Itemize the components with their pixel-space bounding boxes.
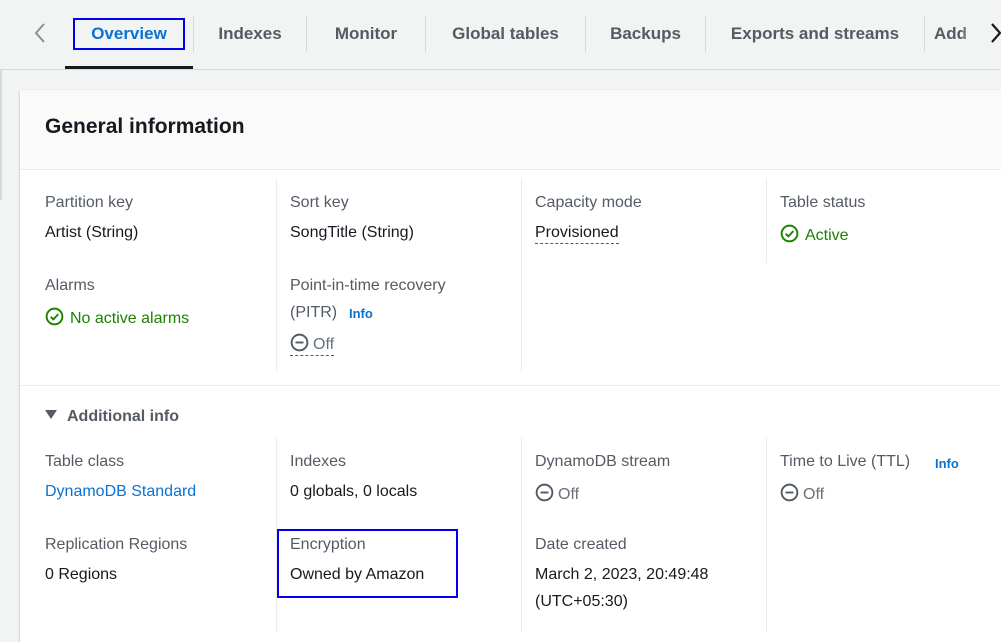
column-divider [766, 178, 767, 263]
pitr-label-abbr: (PITR) [290, 304, 338, 321]
additional-info-label: Additional info [67, 408, 179, 425]
active-tab-indicator [65, 66, 193, 69]
tab-overflow-fade [960, 10, 982, 58]
status-check-icon [45, 307, 64, 326]
table-status-label: Table status [780, 194, 866, 211]
tab-overview[interactable]: Overview [65, 12, 193, 56]
date-created-timezone: (UTC+05:30) [535, 593, 628, 610]
caret-down-icon [45, 410, 57, 419]
general-information-container: General information Partition key Artist… [20, 90, 1001, 642]
column-divider [766, 438, 767, 632]
tab-label: Indexes [218, 24, 282, 43]
dynamodb-stream-value: Off [535, 483, 579, 504]
left-edge-divider [0, 70, 2, 200]
tab-monitor[interactable]: Monitor [307, 12, 425, 56]
status-stopped-icon [780, 483, 799, 502]
tab-global-tables[interactable]: Global tables [426, 12, 585, 56]
ttl-info-link[interactable]: Info [935, 456, 959, 471]
column-divider [276, 178, 277, 372]
pitr-label: Point-in-time recovery [290, 277, 446, 294]
ttl-label: Time to Live (TTL) [780, 453, 911, 470]
indexes-label: Indexes [290, 453, 347, 470]
table-class-label: Table class [45, 453, 125, 470]
dynamodb-stream-text: Off [558, 486, 580, 503]
dynamodb-stream-label: DynamoDB stream [535, 453, 671, 470]
pitr-info-link[interactable]: Info [349, 306, 373, 321]
alarms-value: No active alarms [45, 307, 189, 328]
chevron-left-icon[interactable] [28, 22, 52, 48]
sort-key-value: SongTitle (String) [290, 224, 414, 241]
tab-label: Exports and streams [730, 24, 900, 43]
alarms-label: Alarms [45, 277, 95, 294]
tab-label: Backups [610, 24, 681, 43]
pitr-value[interactable]: Off [290, 333, 335, 356]
partition-key-label: Partition key [45, 194, 134, 211]
capacity-mode-value[interactable]: Provisioned [535, 224, 619, 244]
tab-indexes[interactable]: Indexes [194, 12, 306, 56]
pitr-text: Off [313, 336, 335, 353]
replication-regions-label: Replication Regions [45, 536, 188, 553]
status-stopped-icon [290, 333, 309, 352]
table-status-value: Active [780, 224, 849, 245]
tab-bar: Overview Indexes Monitor Global tables B… [0, 0, 1001, 70]
status-stopped-icon [535, 483, 554, 502]
column-divider [521, 178, 522, 372]
capacity-mode-label: Capacity mode [535, 194, 642, 211]
chevron-right-icon[interactable] [989, 22, 1001, 48]
date-created-label: Date created [535, 536, 627, 553]
alarms-text: No active alarms [70, 310, 190, 327]
sort-key-label: Sort key [290, 194, 349, 211]
tab-label: Monitor [334, 24, 398, 43]
card-title: General information [45, 115, 245, 138]
section-divider [20, 385, 1001, 386]
card-header: General information [20, 90, 1001, 170]
ttl-text: Off [803, 486, 825, 503]
table-class-link[interactable]: DynamoDB Standard [45, 483, 196, 501]
encryption-focus-highlight [277, 529, 458, 598]
additional-info-toggle[interactable]: Additional info [45, 408, 179, 426]
tab-label: Global tables [452, 24, 559, 43]
replication-regions-value: 0 Regions [45, 566, 118, 583]
column-divider [521, 438, 522, 632]
table-status-text: Active [805, 227, 849, 244]
status-check-icon [780, 224, 799, 243]
tab-exports-and-streams[interactable]: Exports and streams [706, 12, 924, 56]
tab-backups[interactable]: Backups [586, 12, 705, 56]
tab-divider [924, 16, 925, 52]
focus-ring [73, 18, 185, 50]
ttl-value: Off [780, 483, 824, 504]
partition-key-value: Artist (String) [45, 224, 139, 241]
date-created-value: March 2, 2023, 20:49:48 [535, 566, 709, 583]
indexes-value: 0 globals, 0 locals [290, 483, 418, 500]
